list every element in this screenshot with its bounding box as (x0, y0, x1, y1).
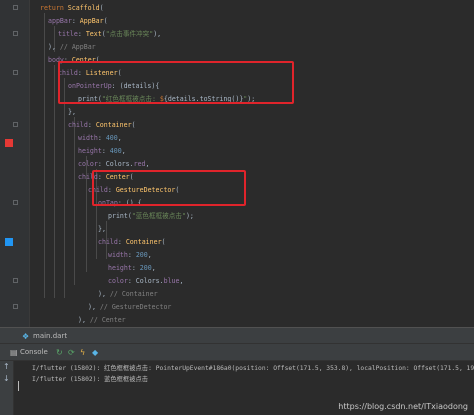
dart-file-icon: ❖ (22, 332, 30, 341)
console-icon: ▤ (10, 348, 18, 357)
code-line: }, (98, 225, 106, 233)
listener-highlight-box (58, 61, 294, 104)
console-caret (18, 381, 19, 391)
code-line: width: 400, (78, 134, 122, 142)
code-line: return Scaffold( (40, 4, 104, 12)
fold-marker[interactable] (13, 200, 18, 205)
indent-guide (74, 117, 75, 285)
indent-guide (44, 13, 45, 298)
code-line: appBar: AppBar( (48, 17, 108, 25)
gesture-detector-highlight-box (92, 170, 246, 206)
log-line: I/flutter (15802): 蓝色框框被点击 (32, 376, 149, 383)
editor-tab-bar: ❖ main.dart (0, 327, 474, 344)
code-line: child: Container( (68, 121, 136, 129)
code-line: child: Container( (98, 238, 166, 246)
color-swatch-red (5, 139, 13, 147)
code-line: color: Colors.blue, (108, 277, 184, 285)
indent-guide (54, 65, 55, 298)
code-line: height: 200, (108, 264, 156, 272)
fold-marker[interactable] (13, 70, 18, 75)
down-arrow-icon[interactable]: ↓ (3, 373, 10, 385)
code-line: ), // AppBar (48, 43, 96, 51)
flutter-icon[interactable]: ◆ (92, 344, 98, 361)
code-line: }, (68, 108, 76, 116)
editor-gutter (0, 0, 30, 327)
fold-marker[interactable] (13, 31, 18, 36)
up-arrow-icon[interactable]: ↑ (3, 361, 10, 373)
code-line: ), // Container (98, 290, 158, 298)
code-line: width: 200, (108, 251, 152, 259)
tab-main-dart[interactable]: main.dart (33, 328, 67, 345)
hot-reload-icon[interactable]: ϟ (80, 344, 85, 361)
code-line: height: 400, (78, 147, 126, 155)
console-side-strip: ↑ ↓ (0, 361, 14, 415)
fold-marker[interactable] (13, 122, 18, 127)
fold-marker[interactable] (13, 5, 18, 10)
watermark: https://blog.csdn.net/ITxiaodong (338, 402, 468, 411)
indent-guide (64, 78, 65, 298)
fold-marker[interactable] (13, 304, 18, 309)
code-line: title: Text("点击事件冲突"), (58, 30, 162, 38)
code-line: ), // GestureDetector (88, 303, 172, 311)
rerun-icon[interactable]: ↻ (56, 344, 63, 361)
code-line: print("蓝色框框被点击"); (108, 212, 194, 220)
log-line: I/flutter (15802): 红色框框被点击: PointerUpEve… (32, 365, 474, 372)
code-line: ), // Center (78, 316, 126, 324)
fold-marker[interactable] (13, 278, 18, 283)
restart-icon[interactable]: ⟳ (68, 344, 75, 361)
console-toolbar: ▤ Console ↻ ⟳ ϟ ◆ (0, 344, 474, 361)
console-tab-label[interactable]: Console (20, 344, 48, 361)
color-swatch-blue (5, 238, 13, 246)
code-editor[interactable]: return Scaffold( appBar: AppBar( title: … (30, 0, 474, 327)
